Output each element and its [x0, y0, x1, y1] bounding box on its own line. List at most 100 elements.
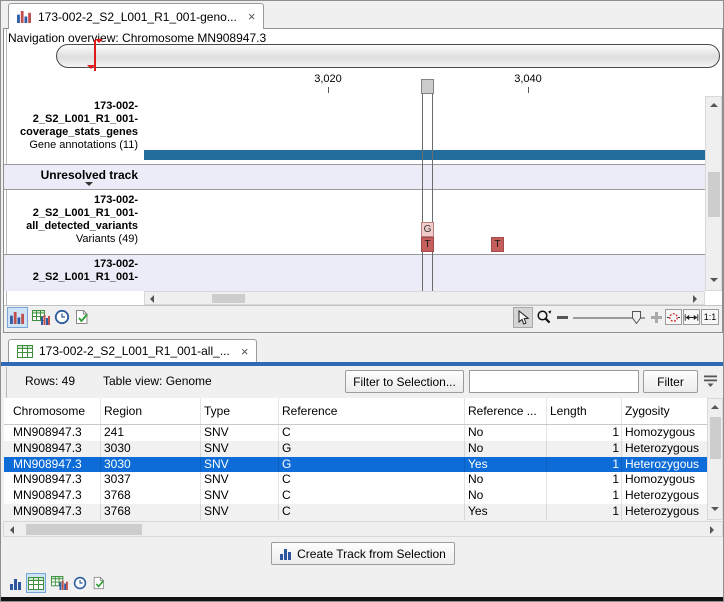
cell-type: SNV: [204, 472, 278, 488]
scroll-down-arrow[interactable]: [710, 278, 718, 282]
cell-reference-allele: No: [468, 472, 542, 488]
table-row[interactable]: MN908947.3 3768 SNV C No 1 Heterozygous: [4, 488, 707, 504]
pan-select-tool-button[interactable]: [513, 307, 533, 328]
document-check-icon: [92, 576, 106, 590]
cell-chromosome: MN908947.3: [13, 441, 99, 457]
scroll-up-arrow[interactable]: [711, 405, 719, 409]
zoom-tool-button[interactable]: [535, 308, 553, 326]
cell-chromosome: MN908947.3: [13, 488, 99, 504]
create-track-from-selection-button[interactable]: Create Track from Selection: [271, 542, 455, 565]
zoom-slider-thumb[interactable]: [632, 311, 641, 324]
track-horizontal-scrollbar[interactable]: [144, 291, 705, 305]
bottom-divider-bar[interactable]: [1, 597, 724, 601]
column-separator: [621, 398, 622, 424]
cell-reference: C: [282, 425, 460, 441]
tab-label: 173-002-2_S2_L001_R1_001-all_...: [39, 344, 230, 358]
cell-reference-allele: Yes: [468, 457, 542, 473]
filter-to-selection-button[interactable]: Filter to Selection...: [345, 370, 464, 393]
column-header-reference[interactable]: Reference: [282, 398, 460, 424]
cell-chromosome: MN908947.3: [13, 425, 99, 441]
table-chart-icon: [32, 310, 50, 325]
active-view-accent-bar: [1, 362, 724, 366]
column-separator: [546, 398, 547, 424]
scrollbar-thumb[interactable]: [708, 172, 720, 217]
history-button[interactable]: [72, 575, 88, 591]
history-button[interactable]: [53, 308, 71, 326]
table-vertical-scrollbar[interactable]: [707, 398, 723, 520]
ruler-tick-label: 3,040: [514, 73, 542, 85]
cell-region: 3768: [104, 488, 198, 504]
application-window: 173-002-2_S2_L001_R1_001-geno... × Navig…: [0, 0, 724, 602]
close-icon[interactable]: ×: [248, 10, 256, 23]
scrollbar-thumb[interactable]: [710, 417, 721, 459]
variant-glyph-g[interactable]: G: [421, 222, 434, 237]
cell-type: SNV: [204, 441, 278, 457]
track-view-icon: [17, 10, 32, 23]
column-header-type[interactable]: Type: [204, 398, 278, 424]
zoom-100-button[interactable]: 1:1: [701, 309, 719, 325]
close-icon[interactable]: ×: [241, 345, 249, 358]
column-header-zygosity[interactable]: Zygosity: [625, 398, 705, 424]
column-header-length[interactable]: Length: [550, 398, 620, 424]
scrollbar-thumb[interactable]: [212, 294, 245, 303]
scroll-right-arrow[interactable]: [710, 526, 714, 534]
selection-target-icon: [666, 311, 681, 324]
element-info-button[interactable]: [91, 575, 107, 591]
column-header-reference-allele[interactable]: Reference ...: [468, 398, 542, 424]
track-view-icon: [10, 578, 21, 590]
table-chart-view-button[interactable]: [49, 573, 69, 593]
variant-glyph-t[interactable]: T: [421, 237, 434, 252]
filter-button[interactable]: Filter: [643, 370, 698, 393]
track-label-unresolved[interactable]: Unresolved track: [1, 168, 138, 182]
scroll-right-arrow[interactable]: [693, 295, 697, 303]
scroll-left-arrow[interactable]: [10, 526, 14, 534]
chevron-down-icon[interactable]: [85, 182, 93, 190]
ruler-tick-label: 3,020: [314, 73, 342, 85]
cell-reference-allele: No: [468, 441, 542, 457]
scrollbar-thumb[interactable]: [26, 524, 142, 535]
table-horizontal-scrollbar[interactable]: [3, 521, 723, 537]
table-row-selected[interactable]: MN908947.3 3030 SNV G Yes 1 Heterozygous: [4, 457, 707, 473]
scroll-up-arrow[interactable]: [710, 103, 718, 107]
element-info-button[interactable]: [73, 308, 91, 326]
filter-search-input[interactable]: [469, 370, 639, 393]
track-vertical-scrollbar[interactable]: [705, 96, 722, 291]
selection-line-right: [432, 94, 433, 291]
table-row[interactable]: MN908947.3 3768 SNV C Yes 1 Heterozygous: [4, 504, 707, 520]
column-header-region[interactable]: Region: [104, 398, 198, 424]
cell-zygosity: Heterozygous: [625, 488, 705, 504]
column-separator: [200, 425, 201, 520]
fit-width-button[interactable]: [683, 309, 700, 325]
gene-annotation-bar[interactable]: [144, 150, 705, 160]
cell-region: 3030: [104, 457, 198, 473]
cell-zygosity: Heterozygous: [625, 441, 705, 457]
column-header-chromosome[interactable]: Chromosome: [13, 398, 99, 424]
scroll-left-arrow[interactable]: [150, 295, 154, 303]
table-view-button[interactable]: [26, 573, 46, 593]
track-label-read-mapping[interactable]: 173-002- 2_S2_L001_R1_001-: [1, 258, 138, 284]
tab-track-view[interactable]: 173-002-2_S2_L001_R1_001-geno... ×: [8, 3, 264, 29]
table-row[interactable]: MN908947.3 241 SNV C No 1 Homozygous: [4, 425, 707, 441]
table-row[interactable]: MN908947.3 3037 SNV C No 1 Homozygous: [4, 472, 707, 488]
zoom-in-button-bar: [655, 312, 658, 323]
advanced-filter-toggle[interactable]: [702, 373, 720, 389]
cell-length: 1: [542, 457, 619, 473]
table-row[interactable]: MN908947.3 3030 SNV G No 1 Heterozygous: [4, 441, 707, 457]
table-view-button[interactable]: [30, 307, 51, 328]
selection-handle[interactable]: [421, 79, 434, 94]
chromosome-overview-bar[interactable]: [56, 44, 720, 68]
track-view-button[interactable]: [7, 307, 28, 328]
track-label-variants[interactable]: 173-002- 2_S2_L001_R1_001- all_detected_…: [1, 194, 138, 246]
track-view-button[interactable]: [9, 577, 21, 590]
track-label-coverage-stats[interactable]: 173-002- 2_S2_L001_R1_001- coverage_stat…: [1, 100, 138, 152]
cell-reference: G: [282, 457, 460, 473]
zoom-out-button[interactable]: [557, 316, 568, 319]
tab-table-view[interactable]: 173-002-2_S2_L001_R1_001-all_... ×: [8, 339, 257, 362]
cell-reference-allele: No: [468, 488, 542, 504]
scroll-down-arrow[interactable]: [711, 507, 719, 511]
view-position-marker-arrow-bottom: [87, 65, 95, 69]
variant-glyph-t2[interactable]: T: [491, 237, 504, 252]
selection-line-left: [422, 94, 423, 291]
zoom-to-selection-button[interactable]: [665, 309, 682, 325]
table-icon: [17, 345, 33, 358]
